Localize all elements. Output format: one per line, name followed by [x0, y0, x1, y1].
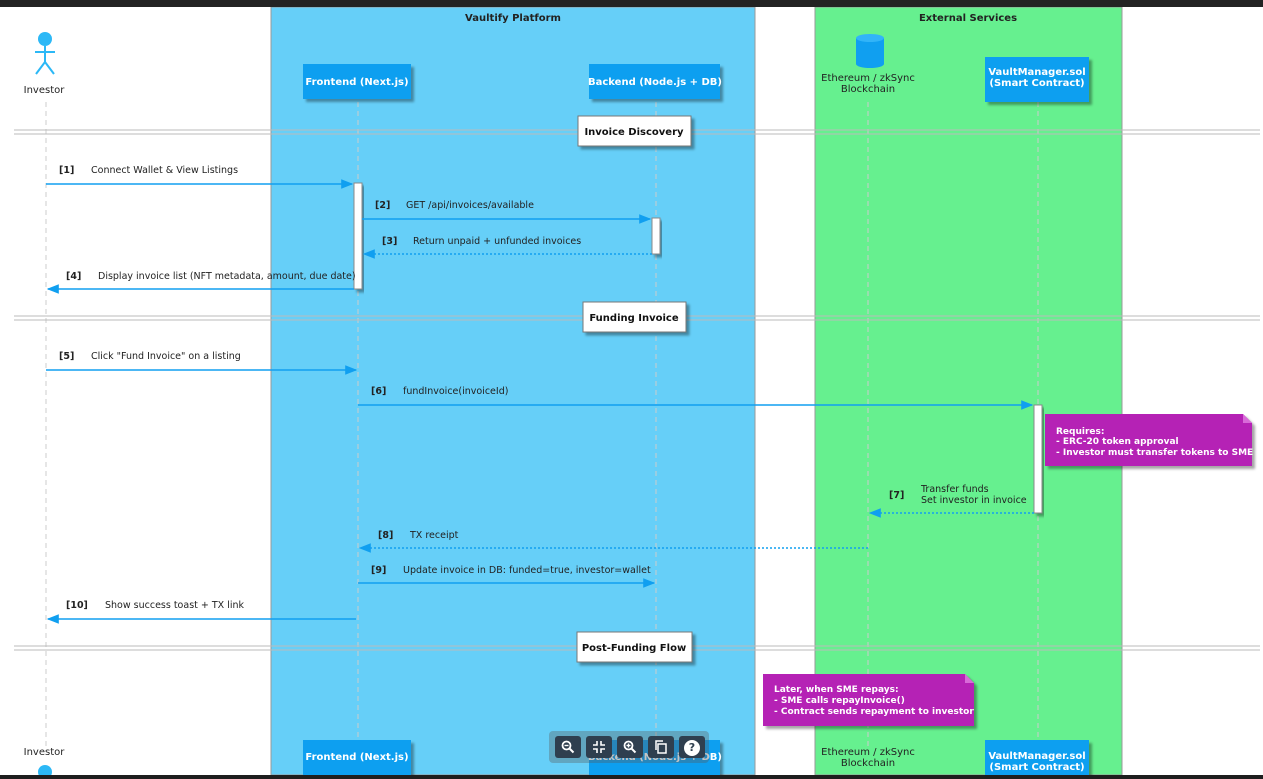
- sequence-diagram: Vaultify Platform External Services Inve…: [14, 6, 1260, 779]
- help-icon: ?: [684, 740, 700, 756]
- copy-button[interactable]: [648, 736, 674, 758]
- section-post-funding-flow: Post-Funding Flow: [582, 643, 686, 654]
- participant-contract-top-line2: (Smart Contract): [989, 78, 1084, 89]
- message-label-7-line1: Transfer funds: [920, 484, 989, 495]
- note-later-line1: Later, when SME repays:: [774, 685, 899, 695]
- participant-frontend-bottom-label: Frontend (Next.js): [305, 752, 408, 763]
- activation-contract: [1033, 404, 1043, 514]
- note-requires-line3: - Investor must transfer tokens to SME: [1056, 448, 1253, 458]
- zoom-out-icon: [623, 740, 637, 754]
- help-button[interactable]: ?: [679, 736, 705, 758]
- note-later-line2: - SME calls repayInvoice(): [774, 696, 905, 706]
- message-number-9: [9]: [371, 565, 386, 576]
- participant-blockchain-bottom-line2: Blockchain: [841, 758, 895, 769]
- participant-blockchain-bottom-line1: Ethereum / zkSync: [821, 747, 915, 758]
- participant-backend-top-label: Backend (Node.js + DB): [588, 77, 722, 88]
- message-label-10: Show success toast + TX link: [105, 600, 244, 611]
- zoom-out-button[interactable]: [617, 736, 643, 758]
- zoom-in-icon: [561, 740, 575, 754]
- group-title-platform: Vaultify Platform: [465, 13, 561, 24]
- section-invoice-discovery: Invoice Discovery: [584, 127, 684, 138]
- participant-blockchain-top-line1: Ethereum / zkSync: [821, 73, 915, 84]
- actor-investor-top: [35, 32, 55, 75]
- participant-contract-bottom-line1: VaultManager.sol: [988, 751, 1085, 762]
- message-label-2: GET /api/invoices/available: [406, 200, 534, 211]
- message-number-6: [6]: [371, 386, 386, 397]
- section-funding-invoice: Funding Invoice: [589, 313, 679, 324]
- diagram-canvas: Vaultify Platform External Services Inve…: [0, 6, 1263, 779]
- activation-backend: [651, 217, 661, 255]
- actor-head-icon: [38, 32, 52, 46]
- participant-blockchain-top-line2: Blockchain: [841, 84, 895, 95]
- copy-icon: [655, 740, 667, 754]
- message-number-10: [10]: [66, 600, 88, 611]
- note-later-line3: - Contract sends repayment to investor: [774, 707, 974, 717]
- message-label-9: Update invoice in DB: funded=true, inves…: [403, 565, 651, 576]
- message-label-8: TX receipt: [409, 530, 459, 541]
- message-label-6: fundInvoice(invoiceId): [403, 386, 508, 397]
- participant-investor-bottom: Investor: [24, 747, 66, 758]
- note-requires-line2: - ERC-20 token approval: [1056, 437, 1179, 447]
- database-icon-top: [856, 34, 884, 68]
- fit-screen-icon: [593, 741, 605, 753]
- message-label-7-line2: Set investor in invoice: [921, 495, 1027, 506]
- participant-contract-bottom-line2: (Smart Contract): [989, 762, 1084, 773]
- participant-frontend-top-label: Frontend (Next.js): [305, 77, 408, 88]
- message-number-2: [2]: [375, 200, 390, 211]
- message-number-3: [3]: [382, 236, 397, 247]
- message-number-1: [1]: [59, 165, 74, 176]
- message-label-4: Display invoice list (NFT metadata, amou…: [98, 271, 356, 282]
- group-external-services: [814, 6, 1123, 776]
- message-label-3: Return unpaid + unfunded invoices: [413, 236, 581, 247]
- participant-contract-top-line1: VaultManager.sol: [988, 67, 1085, 78]
- actor-head-icon-bottom: [38, 765, 52, 779]
- group-title-external: External Services: [919, 13, 1017, 24]
- message-label-1: Connect Wallet & View Listings: [91, 165, 238, 176]
- message-number-5: [5]: [59, 351, 74, 362]
- message-number-4: [4]: [66, 271, 81, 282]
- top-bar: [0, 0, 1263, 7]
- zoom-in-button[interactable]: [555, 736, 581, 758]
- diagram-toolbar: ?: [549, 731, 709, 763]
- fit-screen-button[interactable]: [586, 736, 612, 758]
- participant-investor-top: Investor: [24, 85, 66, 96]
- message-number-8: [8]: [378, 530, 393, 541]
- message-number-7: [7]: [889, 490, 904, 501]
- message-label-5: Click "Fund Invoice" on a listing: [91, 351, 241, 362]
- note-requires-line1: Requires:: [1056, 427, 1104, 437]
